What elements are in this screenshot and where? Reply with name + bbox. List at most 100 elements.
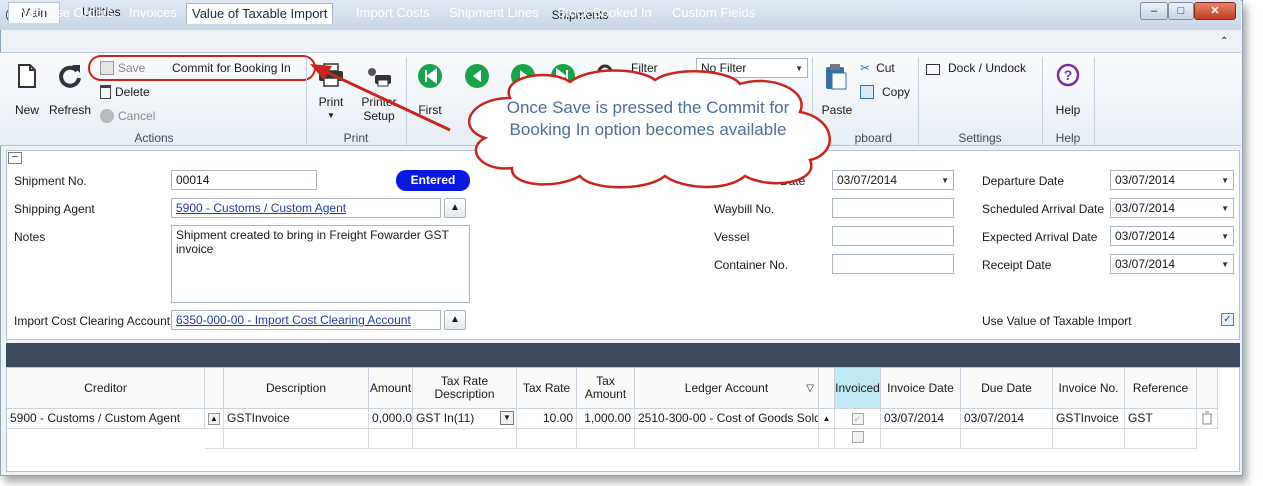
cut-button[interactable]: ✂ Cut <box>860 61 895 75</box>
notes-label: Notes <box>14 230 46 244</box>
new-row-cell[interactable] <box>517 429 577 449</box>
date-field[interactable]: 03/07/2014 ▼ <box>832 170 954 190</box>
svg-text:?: ? <box>1064 67 1073 83</box>
cell-due-date[interactable]: 03/07/2014 <box>961 409 1053 429</box>
cell-invoice-date[interactable]: 03/07/2014 <box>881 409 961 429</box>
new-row-cell[interactable] <box>205 429 224 449</box>
tab-shipment-lines[interactable]: Shipment Lines <box>444 3 544 24</box>
shipment-no-field[interactable]: 00014 <box>171 170 317 190</box>
chevron-down-icon[interactable]: ▼ <box>500 411 514 425</box>
trash-icon <box>1202 411 1212 425</box>
import-cost-lookup-button[interactable]: ▲ <box>444 310 466 330</box>
waybill-field[interactable] <box>832 198 954 218</box>
cell-tax-rate-description[interactable]: GST In(11) ▼ <box>413 409 517 429</box>
filter-icon[interactable]: ▽ <box>806 382 814 395</box>
invoiced-checkbox[interactable]: ✓ <box>851 413 864 425</box>
copy-button[interactable]: Copy <box>860 85 910 99</box>
receipt-date-label: Receipt Date <box>982 258 1052 272</box>
new-button[interactable]: New <box>8 61 46 127</box>
new-row-invoiced[interactable] <box>835 429 881 449</box>
creditor-lookup-button[interactable]: ▲ <box>205 409 224 429</box>
new-row-cell[interactable] <box>224 429 369 449</box>
tab-value-of-taxable-import[interactable]: Value of Taxable Import <box>186 3 334 24</box>
waybill-label: Waybill No. <box>714 202 775 216</box>
column-header-reference[interactable]: Reference <box>1125 368 1197 409</box>
container-field[interactable] <box>832 254 954 274</box>
notes-textarea[interactable]: Shipment created to bring in Freight Fow… <box>171 225 470 303</box>
chevron-up-icon: ▲ <box>822 414 831 423</box>
help-button[interactable]: ? Help <box>1046 61 1090 121</box>
vessel-label: Vessel <box>714 230 750 244</box>
column-header-spacer <box>205 368 224 409</box>
tab-import-costs[interactable]: Import Costs <box>351 3 435 24</box>
callout-arrow <box>310 64 451 132</box>
new-row-cell[interactable] <box>819 429 835 449</box>
cancel-button[interactable]: Cancel <box>100 109 155 123</box>
refresh-button[interactable]: Refresh <box>48 61 92 127</box>
cell-invoiced[interactable]: ✓ <box>835 409 881 429</box>
callout-text: Once Save is pressed the Commit for Book… <box>506 98 790 139</box>
shipping-agent-field[interactable]: 5900 - Customs / Custom Agent <box>171 198 441 218</box>
import-cost-field[interactable]: 6350-000-00 - Import Cost Clearing Accou… <box>171 310 441 330</box>
column-header-invoice-date[interactable]: Invoice Date <box>881 368 961 409</box>
cell-creditor[interactable]: 5900 - Customs / Custom Agent <box>7 409 205 429</box>
collapse-button[interactable]: − <box>8 152 22 164</box>
maximize-button[interactable]: □ <box>1168 2 1194 20</box>
tab-custom-fields[interactable]: Custom Fields <box>667 3 760 24</box>
container-label: Container No. <box>714 258 789 272</box>
column-header-tax-amount[interactable]: Tax Amount <box>577 368 635 409</box>
departure-date-field[interactable]: 03/07/2014 ▼ <box>1110 170 1234 190</box>
help-label: Help <box>1055 103 1081 117</box>
column-header-amount[interactable]: Amount <box>369 368 413 409</box>
tab-invoices[interactable]: Invoices <box>124 3 182 24</box>
use-value-checkbox[interactable]: ✓ <box>1221 313 1234 326</box>
dock-undock-button[interactable]: Dock / Undock <box>926 61 1026 75</box>
cell-tax-rate[interactable]: 10.00 <box>517 409 577 429</box>
cell-description[interactable]: GSTInvoice <box>224 409 369 429</box>
detail-tab-strip <box>6 343 1240 367</box>
close-button[interactable]: ✕ <box>1194 2 1236 20</box>
new-row-cell[interactable] <box>961 429 1053 449</box>
tab-stock-booked-in[interactable]: Stock Booked In <box>552 3 657 24</box>
vessel-field[interactable] <box>832 226 954 246</box>
column-header-invoice-no[interactable]: Invoice No. <box>1053 368 1125 409</box>
ledger-lookup-button[interactable]: ▲ <box>819 409 835 429</box>
chevron-down-icon: ▼ <box>941 176 949 185</box>
new-row-cell[interactable] <box>577 429 635 449</box>
new-row-cell[interactable] <box>369 429 413 449</box>
column-header-description[interactable]: Description <box>224 368 369 409</box>
new-row-cell[interactable] <box>1053 429 1125 449</box>
new-row-cell[interactable] <box>1125 429 1197 449</box>
tab-purchase-orders[interactable]: Purchase Orders <box>10 3 118 24</box>
shipping-agent-lookup-button[interactable]: ▲ <box>444 198 466 218</box>
new-row-cell[interactable] <box>413 429 517 449</box>
dock-icon <box>926 64 940 75</box>
new-row-cell[interactable] <box>881 429 961 449</box>
commit-highlight-ring <box>88 55 316 81</box>
shipping-agent-label: Shipping Agent <box>14 202 95 216</box>
column-header-due-date[interactable]: Due Date <box>961 368 1053 409</box>
cell-invoice-no[interactable]: GSTInvoice <box>1053 409 1125 429</box>
delete-row-button[interactable] <box>1197 409 1218 429</box>
invoiced-checkbox[interactable] <box>851 431 864 443</box>
column-header-tax-rate[interactable]: Tax Rate <box>517 368 577 409</box>
new-row-cell[interactable] <box>635 429 819 449</box>
departure-date-label: Departure Date <box>982 174 1065 188</box>
taxable-import-grid: Creditor Description Amount Tax Rate Des… <box>6 367 1240 472</box>
cell-ledger-account[interactable]: 2510-300-00 - Cost of Goods Sold - C <box>635 409 819 429</box>
column-header-creditor[interactable]: Creditor <box>7 368 205 409</box>
scheduled-arrival-field[interactable]: 03/07/2014 ▼ <box>1110 198 1234 218</box>
receipt-date-field[interactable]: 03/07/2014 ▼ <box>1110 254 1234 274</box>
delete-button[interactable]: Delete <box>100 85 150 99</box>
chevron-up-icon: ▲ <box>450 202 460 213</box>
column-header-ledger-account[interactable]: Ledger Account ▽ <box>635 368 819 409</box>
minimize-button[interactable]: – <box>1140 2 1168 20</box>
cell-reference[interactable]: GST <box>1125 409 1197 429</box>
ribbon-collapse-icon[interactable]: ⌃ <box>1220 36 1228 47</box>
cell-amount[interactable]: 0,000.00 <box>369 409 413 429</box>
column-header-tax-rate-description[interactable]: Tax Rate Description <box>413 368 517 409</box>
delete-label: Delete <box>115 85 150 99</box>
expected-arrival-field[interactable]: 03/07/2014 ▼ <box>1110 226 1234 246</box>
column-header-invoiced[interactable]: Invoiced <box>835 368 881 409</box>
cell-tax-amount[interactable]: 1,000.00 <box>577 409 635 429</box>
